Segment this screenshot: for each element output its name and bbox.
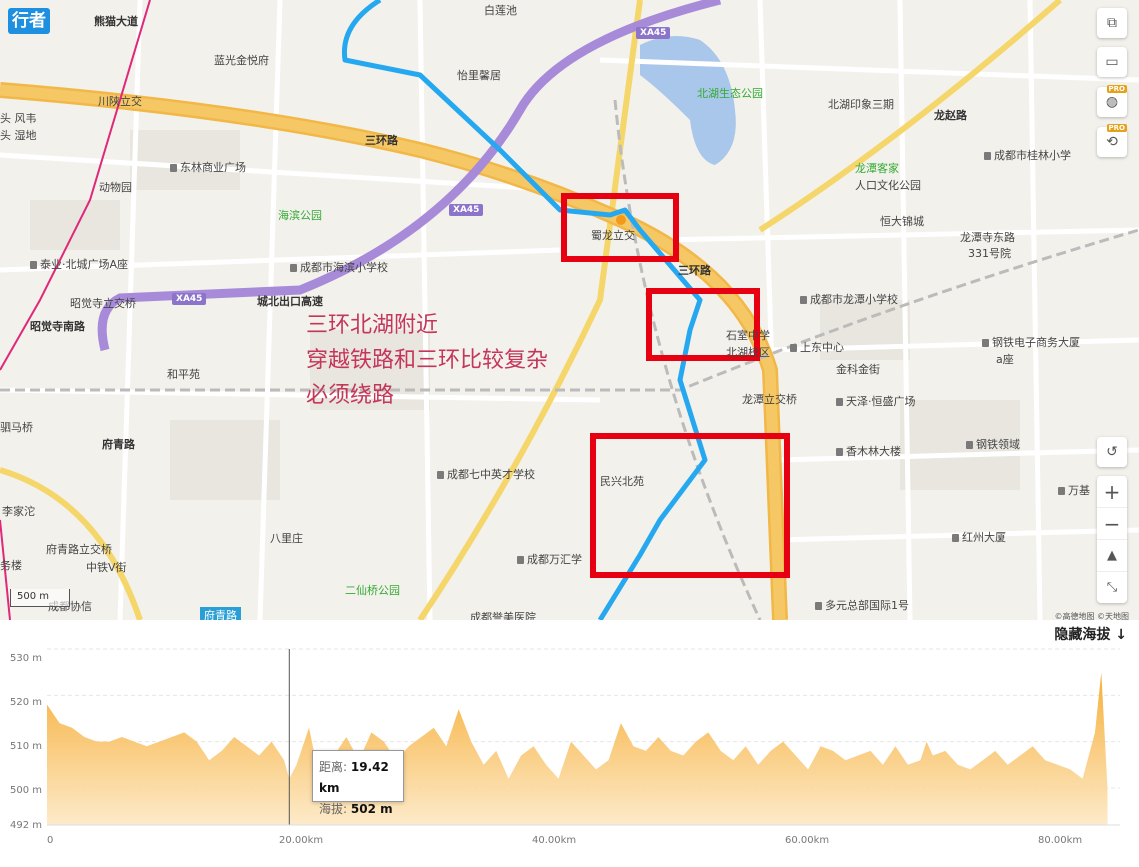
pro-badge: PRO	[1106, 85, 1127, 93]
map-label-xiangmulin: 香木林大楼	[836, 443, 901, 459]
elevation-area	[47, 672, 1108, 825]
map-label-sanhuan2: 三环路	[678, 264, 711, 277]
pro-badge-2: PRO	[1106, 124, 1127, 132]
map-label-longtanlj: 龙潭立交桥	[742, 393, 797, 406]
highway-shield-xa45c: XA45	[172, 293, 207, 305]
map-label-gangtieling: 钢铁领域	[966, 436, 1020, 452]
elevation-tooltip: 距离: 19.42 km 海拔: 502 m	[312, 750, 404, 816]
map-label-wanhao: 万基	[1058, 482, 1090, 498]
map-label-longtanxx: 成都市龙潭小学校	[800, 291, 898, 307]
map-label-haibin: 海滨公园	[278, 209, 322, 222]
tooltip-elev-value: 502 m	[350, 802, 393, 816]
annotation-line-1: 三环北湖附近	[306, 313, 439, 338]
map-label-gangtie: 钢铁电子商务大厦	[982, 334, 1080, 350]
map-label-hengda: 恒大锦城	[880, 215, 924, 228]
x-tick-0: 0	[47, 835, 54, 846]
map-label-beihuyin: 北湖印象三期	[828, 98, 894, 111]
map-label-balizhuang: 八里庄	[270, 532, 303, 545]
map-label-shishi: 石室中学	[726, 329, 770, 342]
map-label-shangdong: 上东中心	[790, 339, 844, 355]
map-label-lijiatuo: 李家沱	[2, 505, 35, 518]
map-label-jinke: 金科金街	[836, 363, 880, 376]
map-label-zhaojue: 昭觉寺立交桥	[70, 297, 136, 310]
map-label-zhongtie: 中铁V街	[86, 561, 127, 574]
map-label-minxing: 民兴北苑	[600, 475, 644, 488]
highway-shield-xa45a: XA45	[636, 27, 671, 39]
x-tick-20: 20.00km	[279, 835, 324, 846]
map-label-longtansi: 龙潭寺东路	[960, 231, 1015, 244]
map-label-fuqing: 府青路	[102, 438, 135, 451]
zoom-in-button[interactable]: +	[1097, 476, 1127, 508]
map-label-zhaojuenan: 昭觉寺南路	[30, 320, 85, 333]
x-tick-40: 40.00km	[532, 835, 577, 846]
map-label-wanhui: 成都万汇学	[517, 551, 582, 567]
x-tick-80: 80.00km	[1038, 835, 1083, 846]
app-logo: 行者	[8, 8, 50, 34]
map-label-shangdi: 头 湿地	[0, 129, 37, 142]
map-label-dongwuyuan: 动物园	[99, 181, 132, 194]
elevation-chart[interactable]	[0, 620, 1139, 867]
map-label-languang: 蓝光金悦府	[214, 54, 269, 67]
map-label-donglin: 东林商业广场	[170, 159, 246, 175]
scale-bar: 500 m	[10, 589, 70, 607]
zoom-controls: + − ▲ ⤡	[1097, 476, 1127, 603]
map-label-renkou: 人口文化公园	[855, 179, 921, 192]
x-tick-60: 60.00km	[785, 835, 830, 846]
road-tag: 府青路	[200, 607, 241, 620]
feedback-icon[interactable]: ▭	[1097, 47, 1127, 77]
map-label-yumei: 成都誉美医院	[470, 611, 536, 620]
tooltip-dist-label: 距离:	[319, 760, 348, 774]
map-label-bailianchi: 白莲池	[484, 4, 517, 17]
map-label-beihu: 北湖生态公园	[697, 87, 763, 100]
map-label-haibinxx: 成都市海滨小学校	[290, 259, 388, 275]
map-label-sanhuan1: 三环路	[365, 134, 398, 147]
map-label-erxian: 二仙桥公园	[345, 584, 400, 597]
map-label-chuanshan: 川陕立交	[98, 95, 142, 108]
zoom-out-button[interactable]: −	[1097, 508, 1127, 540]
elevation-panel: 隐藏海拔 ↓ 530 m 520 m 510 m 500 m 492 m 0 2…	[0, 620, 1139, 867]
map-label-shuitou: 头 风韦	[0, 112, 37, 125]
map-label-wuye: 务楼	[0, 559, 22, 572]
annotation-line-2: 穿越铁路和三环比较复杂	[306, 348, 549, 373]
map-label-longzhao: 龙赵路	[934, 109, 967, 122]
map-label-hao331: 331号院	[968, 247, 1011, 260]
map-label-duoyuan: 多元总部国际1号	[815, 597, 909, 613]
map-label-mqiao: 驷马桥	[0, 421, 33, 434]
route-annotation: 三环北湖附近 穿越铁路和三环比较复杂 必须绕路	[306, 308, 548, 413]
map-label-hepingyuan: 和平苑	[167, 368, 200, 381]
map-label-yilan: 怡里馨居	[457, 69, 501, 82]
map-label-azuo: a座	[996, 353, 1014, 366]
map-label-fuqinglj: 府青路立交桥	[46, 543, 112, 556]
map-label-chengbei: 城北出口高速	[257, 295, 323, 308]
map-label-guilin: 成都市桂林小学	[984, 147, 1071, 163]
map-label-qizhong: 成都七中英才学校	[437, 466, 535, 482]
map-label-hongzhou: 红州大厦	[952, 529, 1006, 545]
layers-icon[interactable]: ⧉	[1097, 8, 1127, 38]
reset-icon[interactable]: ↺	[1097, 437, 1127, 467]
map-label-xiongmao: 熊猫大道	[94, 15, 138, 28]
tooltip-elev-label: 海拔:	[319, 802, 348, 816]
fullscreen-icon[interactable]: ⤡	[1097, 572, 1127, 603]
map-credit: ©高德地图 ©天地图	[1054, 612, 1129, 620]
compass-icon[interactable]: ▲	[1097, 540, 1127, 572]
map-label-taiye: 泰业·北城广场A座	[30, 256, 128, 272]
annotation-line-3: 必须绕路	[306, 383, 395, 408]
highway-shield-xa45b: XA45	[449, 204, 484, 216]
map-label-shulong: 蜀龙立交	[591, 229, 635, 242]
map-label-longtan: 龙潭客家	[855, 162, 899, 175]
map-label-beihuxq: 北湖校区	[726, 346, 770, 359]
map-base-layer	[0, 0, 1139, 620]
map-view[interactable]: 熊猫大道 白莲池 蓝光金悦府 怡里馨居 川陕立交头 风韦头 湿地 三环路 北湖生态公园 北湖印…	[0, 0, 1139, 620]
map-label-tianze: 天泽·恒盛广场	[836, 393, 916, 409]
